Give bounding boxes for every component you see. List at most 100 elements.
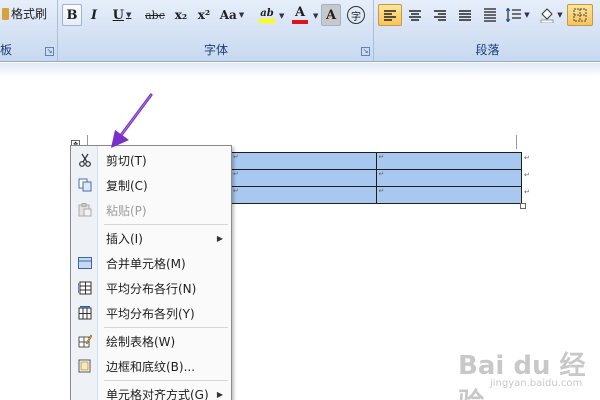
- font-color-dropdown-icon[interactable]: ▼: [313, 12, 318, 20]
- submenu-arrow-icon: ▶: [216, 389, 223, 399]
- clipboard-launcher-icon[interactable]: ↘: [45, 47, 54, 56]
- italic-button[interactable]: I: [84, 4, 104, 26]
- character-shading-button[interactable]: A: [321, 4, 341, 26]
- superscript-label: x²: [197, 8, 211, 22]
- menu-separator: [104, 380, 228, 381]
- distribute-rows-icon: [71, 281, 98, 295]
- font-color-bar: [292, 20, 308, 24]
- row-end-mark: ↵: [524, 171, 530, 179]
- line-spacing-dropdown-icon: ▼: [524, 11, 530, 19]
- strikethrough-label: abc: [145, 8, 165, 22]
- paragraph-group-label: 段落: [475, 43, 500, 57]
- font-color-label: A: [294, 5, 306, 20]
- highlight-label: ab: [260, 7, 274, 19]
- menu-item-merge-cells-label: 合并单元格(M): [106, 256, 186, 271]
- borders-icon: [573, 8, 587, 22]
- borders-button[interactable]: [567, 4, 593, 26]
- font-group: B I U ▼ abc x₂ x² Aa ▼ ab ▼ A ▼ A 字 字体 ↘: [59, 0, 374, 61]
- align-center-button[interactable]: [403, 4, 427, 26]
- table-cell[interactable]: ↵: [230, 169, 377, 187]
- menu-item-cell-alignment-label: 单元格对齐方式(G): [106, 387, 209, 400]
- enclose-characters-icon: 字: [347, 6, 365, 24]
- menu-separator: [104, 224, 228, 225]
- font-group-label: 字体: [203, 43, 228, 57]
- draw-table-icon: [71, 334, 98, 348]
- paint-bucket-icon: [540, 8, 554, 23]
- table-resize-handle-icon[interactable]: [520, 203, 526, 209]
- enclose-characters-label: 字: [351, 11, 361, 23]
- line-spacing-icon: [506, 8, 522, 22]
- menu-item-insert[interactable]: 插入(I) ▶: [71, 226, 231, 250]
- paste-icon: [71, 203, 98, 217]
- change-case-button[interactable]: Aa ▼: [217, 4, 247, 26]
- underline-dropdown-icon: ▼: [125, 11, 132, 19]
- change-case-dropdown-icon: ▼: [238, 11, 245, 19]
- align-left-button[interactable]: [378, 4, 402, 26]
- change-case-label: Aa: [219, 8, 237, 22]
- ribbon: 格式刷 板 ↘ B I U ▼ abc x₂ x² Aa ▼ ab ▼ A ▼ A …: [0, 0, 600, 62]
- document-top-shadow: [0, 63, 600, 77]
- justify-button[interactable]: [453, 4, 477, 26]
- character-shading-label: A: [325, 7, 337, 23]
- format-painter-button[interactable]: 格式刷: [2, 5, 47, 22]
- menu-item-copy[interactable]: 复制(C): [71, 173, 231, 197]
- margin-mark-right: [516, 135, 517, 149]
- format-painter-label: 格式刷: [11, 7, 48, 21]
- copy-icon: [71, 178, 98, 192]
- italic-label: I: [90, 7, 98, 23]
- table-cell[interactable]: ↵: [230, 186, 377, 204]
- table-row: ↵ ↵: [230, 152, 522, 170]
- menu-item-draw-table-label: 绘制表格(W): [106, 334, 176, 349]
- highlight-color-bar: [259, 18, 275, 23]
- shading-dropdown-icon: ▼: [557, 11, 563, 19]
- table-cell[interactable]: ↵: [230, 152, 377, 170]
- context-menu: 剪切(T) 复制(C) 粘贴(P) 插入(I) ▶ 合并单元格(M) 平均分布各…: [70, 145, 232, 400]
- baidu-watermark-logo: Bai du 经验: [458, 351, 586, 400]
- superscript-button[interactable]: x²: [194, 4, 214, 26]
- menu-item-cut-label: 剪切(T): [106, 153, 147, 168]
- menu-item-borders-shading[interactable]: 边框和底纹(B)...: [71, 354, 231, 378]
- distributed-icon: [484, 8, 496, 22]
- table-row: ↵ ↵: [230, 169, 522, 187]
- menu-item-copy-label: 复制(C): [106, 178, 148, 193]
- subscript-button[interactable]: x₂: [171, 4, 191, 26]
- table-cell[interactable]: ↵: [375, 152, 522, 170]
- menu-separator: [104, 327, 228, 328]
- align-right-button[interactable]: [428, 4, 452, 26]
- strikethrough-button[interactable]: abc: [142, 4, 168, 26]
- menu-item-distribute-rows-label: 平均分布各行(N): [106, 281, 197, 296]
- align-right-icon: [434, 10, 446, 21]
- clipboard-group: 格式刷 板 ↘: [0, 0, 58, 61]
- annotation-arrow-icon: [111, 93, 153, 148]
- menu-item-cell-alignment[interactable]: 单元格对齐方式(G) ▶: [71, 382, 231, 400]
- distributed-button[interactable]: [478, 4, 502, 26]
- menu-item-insert-label: 插入(I): [106, 231, 143, 246]
- menu-item-distribute-columns[interactable]: 平均分布各列(Y): [71, 301, 231, 325]
- merge-cells-icon: [71, 257, 98, 269]
- font-launcher-icon[interactable]: ↘: [361, 47, 370, 56]
- clipboard-group-label: 板: [0, 43, 13, 57]
- shading-button[interactable]: ▼: [537, 4, 565, 26]
- underline-button[interactable]: U ▼: [108, 4, 136, 26]
- menu-item-distribute-rows[interactable]: 平均分布各行(N): [71, 276, 231, 300]
- enclose-characters-button[interactable]: 字: [345, 4, 367, 26]
- submenu-arrow-icon: ▶: [216, 233, 223, 243]
- bold-label: B: [66, 7, 78, 23]
- font-color-button[interactable]: A: [287, 4, 313, 26]
- highlight-dropdown-icon[interactable]: ▼: [279, 12, 284, 20]
- menu-item-draw-table[interactable]: 绘制表格(W): [71, 329, 231, 353]
- paragraph-group: ▼ ▼ 段落: [375, 0, 600, 61]
- menu-item-paste[interactable]: 粘贴(P): [71, 198, 231, 222]
- subscript-label: x₂: [174, 8, 188, 22]
- document-table[interactable]: ↵ ↵ ↵ ↵ ↵ ↵: [230, 152, 522, 204]
- table-cell[interactable]: ↵: [375, 186, 522, 204]
- borders-shading-icon: [71, 359, 98, 373]
- line-spacing-button[interactable]: ▼: [503, 4, 533, 26]
- menu-item-borders-shading-label: 边框和底纹(B)...: [106, 359, 196, 374]
- table-row: ↵ ↵: [230, 186, 522, 204]
- menu-item-merge-cells[interactable]: 合并单元格(M): [71, 251, 231, 275]
- bold-button[interactable]: B: [62, 4, 82, 26]
- row-end-mark: ↵: [524, 154, 530, 162]
- underline-label: U: [112, 7, 124, 23]
- table-cell[interactable]: ↵: [375, 169, 522, 187]
